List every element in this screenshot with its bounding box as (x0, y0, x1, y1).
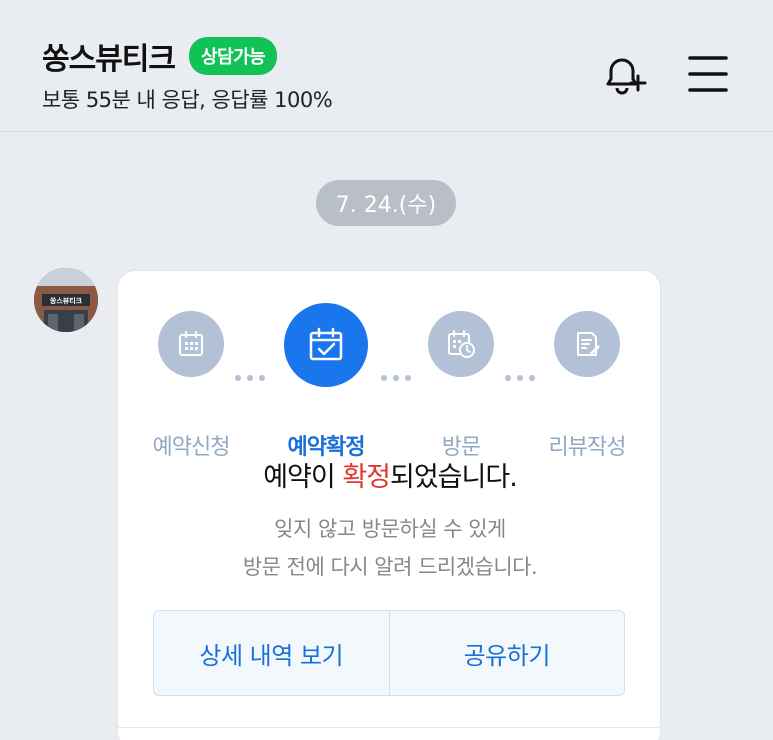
calendar-clock-icon (448, 330, 475, 358)
status-badge: 상담가능 (189, 37, 278, 75)
card-actions: 상세 내역 보기 공유하기 (153, 610, 625, 696)
reservation-steps: 예약신청 예약확정 방문 리뷰작성 (118, 303, 662, 460)
shop-storefront-image: 쏭스뷰티크 (34, 268, 98, 332)
storefront-sign: 쏭스뷰티크 (50, 296, 83, 305)
share-button[interactable]: 공유하기 (388, 611, 625, 695)
step-connector (235, 375, 265, 381)
headline-highlight: 확정 (342, 462, 391, 493)
calendar-check-icon (309, 327, 343, 361)
step-connector (381, 375, 411, 381)
date-separator: 7. 24.(수) (316, 180, 456, 226)
step-confirmed (284, 303, 368, 387)
view-details-button[interactable]: 상세 내역 보기 (154, 611, 389, 695)
step-visit (428, 311, 494, 377)
confirmation-headline: 예약이 확정되었습니다. (118, 455, 662, 494)
headline-prefix: 예약이 (263, 462, 343, 493)
bell-plus-icon (606, 58, 647, 95)
shop-name[interactable]: 쏭스뷰티크 (42, 34, 176, 78)
avatar[interactable]: 쏭스뷰티크 (34, 268, 98, 332)
review-edit-icon (577, 332, 600, 356)
notification-button[interactable] (594, 46, 650, 102)
response-info: 보통 55분 내 응답, 응답률 100% (42, 88, 333, 112)
step-request (158, 311, 224, 377)
card-divider (118, 727, 662, 728)
calendar-grid-icon (179, 331, 203, 356)
menu-button[interactable] (680, 46, 736, 102)
chat-header: 쏭스뷰티크 상담가능 보통 55분 내 응답, 응답률 100% (0, 0, 773, 132)
reservation-card: 예약신청 예약확정 방문 리뷰작성 예약이 확정되었습니다. 잊지 않고 방문하… (117, 270, 662, 740)
headline-suffix: 되었습니다. (390, 462, 518, 493)
step-connector (505, 375, 535, 381)
description-line-2: 방문 전에 다시 알려 드리겠습니다. (242, 555, 538, 579)
title-row: 쏭스뷰티크 상담가능 (42, 34, 278, 78)
step-review (554, 311, 620, 377)
hamburger-menu-icon (688, 56, 728, 92)
description-line-1: 잊지 않고 방문하실 수 있게 (274, 517, 506, 541)
